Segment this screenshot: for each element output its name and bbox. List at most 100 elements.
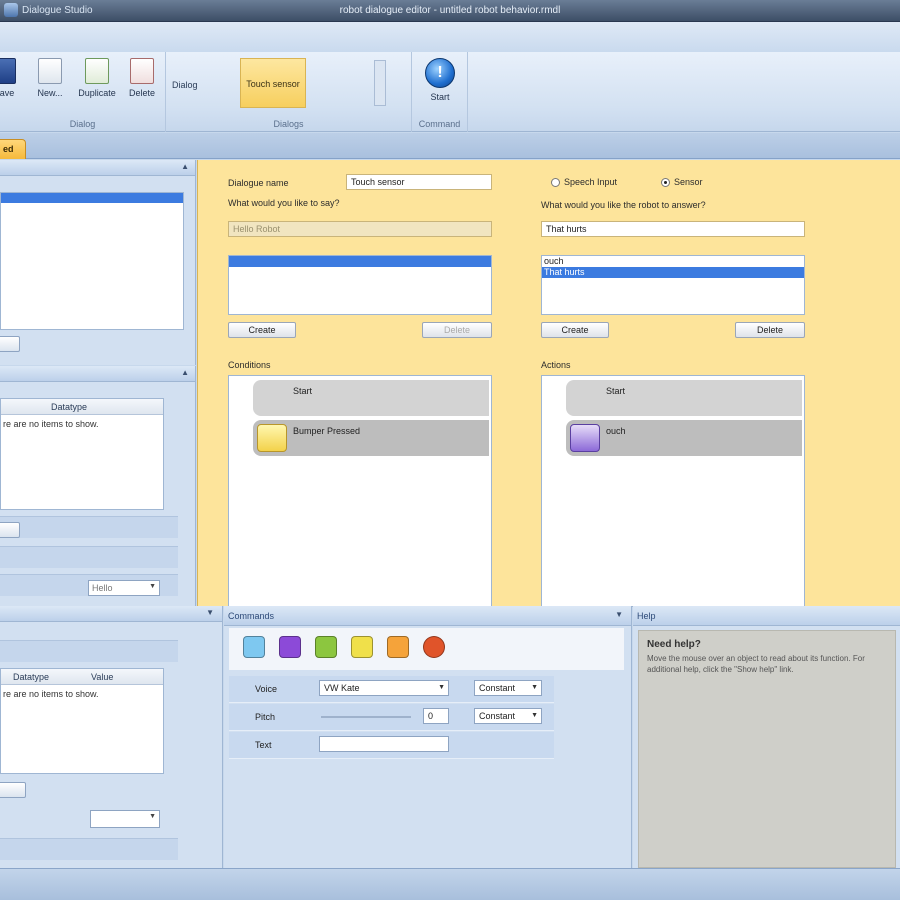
dialog-label: Dialog <box>172 80 198 90</box>
left-panel-variables: ▲ Datatype re are no items to show. Hell… <box>0 366 196 606</box>
chevron-down-icon: ▼ <box>149 813 156 820</box>
ribbon-group-dialog: Save New... Duplicate Delete Dialog <box>0 52 166 132</box>
command-palette <box>229 628 624 670</box>
title-bar: Dialogue Studio robot dialogue editor - … <box>0 0 900 22</box>
chevron-down-icon: ▼ <box>531 684 538 691</box>
column-value[interactable]: Value <box>91 672 113 682</box>
answer-input[interactable]: That hurts <box>541 221 805 237</box>
grid-empty-text: re are no items to show. <box>3 419 99 429</box>
speech-icon <box>570 424 600 452</box>
chevron-down-icon: ▼ <box>149 583 156 590</box>
dialog-list[interactable] <box>0 192 184 330</box>
pitch-slider[interactable] <box>321 716 411 718</box>
delete-button[interactable]: Delete <box>124 58 160 98</box>
text-input[interactable] <box>319 736 449 752</box>
panel-header: ▼ <box>0 606 222 622</box>
voice-select[interactable]: VW Kate ▼ <box>319 680 449 696</box>
column-datatype[interactable]: Datatype <box>13 672 49 682</box>
help-panel: Help Need help? Move the mouse over an o… <box>633 606 900 868</box>
conditions-canvas[interactable]: Start Bumper Pressed <box>228 375 492 607</box>
document-tab-row: ed <box>0 133 900 159</box>
create-answer-button[interactable]: Create <box>541 322 609 338</box>
panel-header: ▲ <box>0 160 195 176</box>
gallery-scrollbar[interactable] <box>374 60 386 106</box>
start-button[interactable]: ! Start <box>422 58 458 102</box>
stop-command-icon[interactable] <box>423 636 445 658</box>
speech-input-radio[interactable] <box>551 178 560 187</box>
answer-list-selected-item[interactable]: That hurts <box>542 267 804 278</box>
condition-block-start[interactable]: Start <box>253 380 489 416</box>
property-row-pitch: Pitch 0 Constant ▼ <box>229 704 554 731</box>
note-command-icon[interactable] <box>351 636 373 658</box>
ribbon-group-dialogs: Dialog Touch sensor Dialogs <box>166 52 412 132</box>
pitch-mode-select[interactable]: Constant ▼ <box>474 708 542 724</box>
parameters-grid[interactable]: Datatype Value re are no items to show. <box>0 668 164 774</box>
move-command-icon[interactable] <box>315 636 337 658</box>
action-block-ouch[interactable]: ouch <box>566 420 802 456</box>
say-list-selected-item[interactable] <box>229 256 491 267</box>
save-button[interactable]: Save <box>0 58 22 98</box>
pitch-value-input[interactable]: 0 <box>423 708 449 724</box>
parameter-combo[interactable]: ▼ <box>90 810 160 828</box>
actions-label: Actions <box>541 360 571 370</box>
duplicate-icon <box>85 58 109 84</box>
dialog-list-selected-item[interactable] <box>1 193 183 203</box>
pitch-label: Pitch <box>255 712 276 722</box>
collapse-chevron-icon[interactable]: ▲ <box>181 162 189 171</box>
help-heading: Need help? <box>647 639 701 650</box>
action-block-start[interactable]: Start <box>566 380 802 416</box>
delete-answer-button[interactable]: Delete <box>735 322 805 338</box>
sensor-command-icon[interactable] <box>387 636 409 658</box>
commands-panel: Commands ▼ Voice VW Kate ▼ Constant ▼ Pitc… <box>224 606 632 868</box>
condition-block-bumper[interactable]: Bumper Pressed <box>253 420 489 456</box>
speak-command-icon[interactable] <box>279 636 301 658</box>
dialogue-name-input[interactable]: Touch sensor <box>346 174 492 190</box>
answer-list[interactable]: ouch That hurts <box>541 255 805 315</box>
duplicate-button[interactable]: Duplicate <box>75 58 119 98</box>
group-label-dialogs: Dialogs <box>273 119 304 129</box>
bottom-left-panel: ▼ Datatype Value re are no items to show… <box>0 606 223 868</box>
create-say-button[interactable]: Create <box>228 322 296 338</box>
left-panel-dialogs: ▲ <box>0 160 196 365</box>
speech-input-label: Speech Input <box>564 177 618 187</box>
status-bar <box>0 868 900 900</box>
ribbon-group-command: ! Start Command <box>412 52 468 132</box>
panel-stripe <box>0 640 178 662</box>
help-title: Help <box>637 611 656 621</box>
delete-say-button[interactable]: Delete <box>422 322 492 338</box>
group-label-command: Command <box>418 119 461 129</box>
dialogue-editor: Dialogue name Touch sensor What would yo… <box>197 160 900 607</box>
sensor-radio[interactable] <box>661 178 670 187</box>
say-list[interactable] <box>228 255 492 315</box>
delete-icon <box>130 58 154 84</box>
property-row-text: Text <box>229 732 554 759</box>
column-datatype[interactable]: Datatype <box>51 402 87 412</box>
collapse-chevron-icon[interactable]: ▲ <box>181 368 189 377</box>
dialogue-name-label: Dialogue name <box>228 178 289 188</box>
collapse-chevron-icon[interactable]: ▼ <box>206 608 214 617</box>
actions-canvas[interactable]: Start ouch <box>541 375 805 607</box>
bumper-icon <box>257 424 287 452</box>
answer-prompt: What would you like the robot to answer? <box>541 200 706 210</box>
collapse-chevron-icon[interactable]: ▼ <box>615 610 623 619</box>
variables-grid[interactable]: Datatype re are no items to show. <box>0 398 164 510</box>
say-prompt: What would you like to say? <box>228 198 340 208</box>
add-variable-button[interactable] <box>0 522 20 538</box>
speech-bubble-icon[interactable] <box>243 636 265 658</box>
new-document-icon <box>38 58 62 84</box>
save-icon <box>0 58 16 84</box>
left-panel-button[interactable] <box>0 336 20 352</box>
commands-title: Commands <box>228 611 275 621</box>
document-tab[interactable]: ed <box>0 139 26 159</box>
panel-header: ▲ <box>0 366 195 382</box>
property-row-voice: Voice VW Kate ▼ Constant ▼ <box>229 676 554 703</box>
say-input[interactable]: Hello Robot <box>228 221 492 237</box>
chevron-down-icon: ▼ <box>531 712 538 719</box>
new-button[interactable]: New... <box>32 58 68 98</box>
add-parameter-button[interactable] <box>0 782 26 798</box>
answer-list-item[interactable]: ouch <box>542 256 804 267</box>
touch-sensor-dialog-button[interactable]: Touch sensor <box>240 58 306 108</box>
variable-combo[interactable]: Hello ▼ <box>88 580 160 596</box>
voice-mode-select[interactable]: Constant ▼ <box>474 680 542 696</box>
help-header: Help <box>633 606 900 626</box>
